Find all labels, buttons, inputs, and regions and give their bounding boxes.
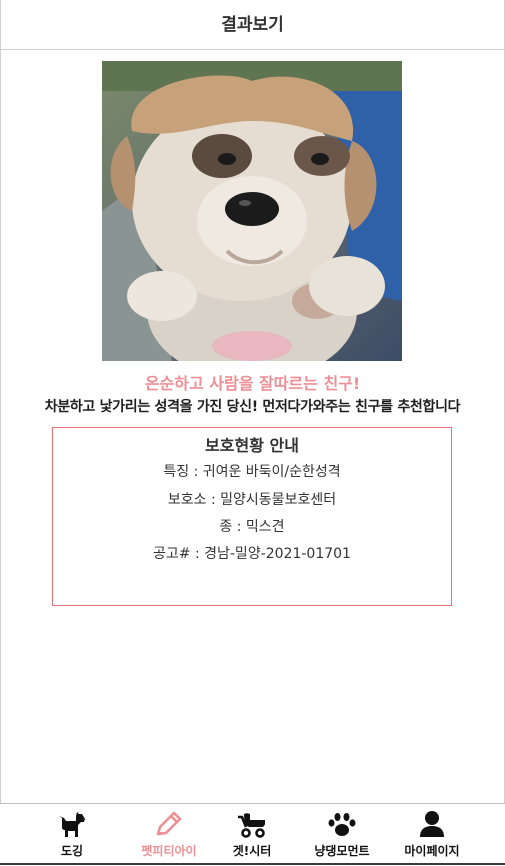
- dog-photo-image: [102, 61, 402, 361]
- tab-label: 펫피티아이: [141, 844, 197, 858]
- header: 결과보기: [0, 0, 505, 50]
- result-headline: 온순하고 사람을 잘따르는 친구!: [144, 374, 361, 393]
- paw-icon: [328, 813, 356, 836]
- dog-icon: [59, 812, 85, 837]
- bottom-tab-bar: 도깅 펫피티아이 겟!시터 냥댕모먼트 마이페이지: [0, 803, 505, 865]
- dog-photo: [102, 61, 402, 361]
- info-breed: 종 : 믹스견: [219, 519, 285, 535]
- tab-label: 냥댕모먼트: [314, 844, 370, 858]
- stroller-icon: [238, 813, 265, 838]
- shelter-info-box: 보호현황 안내 특징 : 귀여운 바둑이/순한성격 보호소 : 밀양시동물보호센…: [52, 427, 452, 606]
- tab-get-sitter[interactable]: 겟!시터: [207, 810, 297, 866]
- tab-label: 마이페이지: [404, 844, 460, 858]
- tab-doging[interactable]: 도깅: [27, 810, 117, 866]
- tab-nyangdaeng-moment[interactable]: 냥댕모먼트: [297, 810, 387, 866]
- pencil-icon: [156, 811, 182, 836]
- info-feature: 특징 : 귀여운 바둑이/순한성격: [163, 464, 341, 480]
- tab-label: 도깅: [60, 844, 84, 858]
- info-notice-number: 공고# : 경남-밀양-2021-01701: [153, 546, 351, 562]
- result-description: 차분하고 낯가리는 성격을 가진 당신! 먼저다가와주는 친구를 추천합니다: [44, 399, 461, 415]
- user-icon: [420, 811, 444, 837]
- tab-label: 겟!시터: [232, 844, 272, 858]
- tab-my-page[interactable]: 마이페이지: [387, 810, 477, 866]
- info-shelter: 보호소 : 밀양시동물보호센터: [167, 492, 337, 508]
- page-title: 결과보기: [221, 15, 284, 35]
- info-title: 보호현황 안내: [205, 436, 299, 455]
- tab-petbti[interactable]: 펫피티아이: [124, 810, 214, 866]
